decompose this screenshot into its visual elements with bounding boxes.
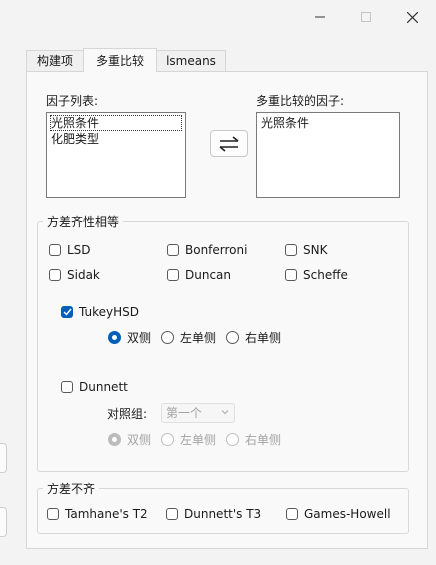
minimize-icon — [315, 16, 325, 18]
tab-label: 多重比较 — [95, 54, 144, 68]
checkbox-box — [61, 381, 73, 393]
checkmark-icon — [63, 308, 72, 316]
radio-label: 左单侧 — [180, 432, 217, 447]
checkbox-label: Duncan — [185, 268, 232, 282]
radio-label: 双侧 — [127, 432, 152, 447]
checkbox-box — [47, 508, 59, 520]
duncan-checkbox[interactable]: Duncan — [167, 266, 231, 284]
checkbox-label: LSD — [67, 243, 91, 257]
checkbox-box — [166, 508, 178, 520]
dunnett-right-sided-radio[interactable]: 右单侧 — [226, 430, 281, 448]
maximize-icon — [361, 12, 371, 22]
background-window-control — [0, 443, 7, 473]
checkbox-label: Sidak — [67, 268, 100, 282]
list-item[interactable]: 光照条件 — [50, 115, 182, 131]
checkbox-box — [49, 244, 61, 256]
tamhane-t2-checkbox[interactable]: Tamhane's T2 — [47, 505, 148, 523]
radio-dot — [112, 436, 117, 442]
radio-label: 右单侧 — [245, 432, 282, 447]
checkbox-box — [61, 306, 73, 318]
checkbox-label: Tamhane's T2 — [65, 507, 148, 521]
compare-factors-label: 多重比较的因子: — [256, 94, 345, 108]
radio-circle — [226, 330, 239, 344]
equal-variance-legend: 方差齐性相等 — [43, 213, 124, 230]
select-value: 第一个 — [166, 406, 203, 420]
tab-label: 构建项 — [36, 54, 73, 68]
tukey-right-sided-radio[interactable]: 右单侧 — [226, 328, 281, 346]
dunnett-two-sided-radio[interactable]: 双侧 — [108, 430, 151, 448]
checkbox-box — [285, 244, 297, 256]
unequal-variance-legend: 方差不齐 — [43, 480, 100, 497]
tukey-two-sided-radio[interactable]: 双侧 — [108, 328, 151, 346]
dunnett-checkbox[interactable]: Dunnett — [61, 378, 128, 396]
factor-listbox[interactable]: 光照条件 化肥类型 — [46, 112, 186, 198]
close-button[interactable] — [397, 6, 427, 28]
minimize-button[interactable] — [305, 6, 335, 28]
tukeyhsd-checkbox[interactable]: TukeyHSD — [61, 303, 139, 321]
radio-circle — [108, 330, 121, 344]
radio-circle — [108, 432, 121, 446]
checkbox-box — [286, 508, 298, 520]
checkbox-box — [285, 269, 297, 281]
title-bar — [0, 0, 436, 34]
checkbox-label: TukeyHSD — [79, 305, 139, 319]
checkbox-label: Dunnett — [79, 380, 128, 394]
bonferroni-checkbox[interactable]: Bonferroni — [167, 241, 247, 259]
dunnett-left-sided-radio[interactable]: 左单侧 — [161, 430, 216, 448]
lsd-checkbox[interactable]: LSD — [49, 241, 91, 259]
radio-circle — [161, 330, 174, 344]
tab-multiple-comparison[interactable]: 多重比较 — [83, 48, 157, 72]
close-icon — [406, 11, 418, 23]
radio-dot — [112, 334, 117, 340]
tab-build-terms[interactable]: 构建项 — [26, 50, 84, 71]
tukey-left-sided-radio[interactable]: 左单侧 — [161, 328, 216, 346]
maximize-button[interactable] — [351, 6, 381, 28]
checkbox-label: Scheffe — [303, 268, 348, 282]
control-group-select[interactable]: 第一个 — [161, 403, 235, 423]
dunnett-t3-checkbox[interactable]: Dunnett's T3 — [166, 505, 261, 523]
checkbox-label: Bonferroni — [185, 243, 248, 257]
background-window-control — [0, 507, 7, 537]
compare-factors-listbox[interactable]: 光照条件 — [256, 112, 400, 198]
checkbox-box — [49, 269, 61, 281]
radio-circle — [226, 432, 239, 446]
tab-lsmeans[interactable]: lsmeans — [156, 50, 226, 71]
checkbox-label: SNK — [303, 243, 328, 257]
sidak-checkbox[interactable]: Sidak — [49, 266, 100, 284]
checkbox-label: Games-Howell — [304, 507, 391, 521]
factor-list-label: 因子列表: — [46, 94, 99, 108]
control-group-label: 对照组: — [107, 407, 148, 421]
radio-circle — [161, 432, 174, 446]
radio-label: 左单侧 — [180, 330, 217, 345]
checkbox-box — [167, 269, 179, 281]
radio-label: 双侧 — [127, 330, 152, 345]
move-factor-button[interactable] — [210, 130, 248, 157]
games-howell-checkbox[interactable]: Games-Howell — [286, 505, 391, 523]
scheffe-checkbox[interactable]: Scheffe — [285, 266, 348, 284]
checkbox-box — [167, 244, 179, 256]
swap-arrows-icon — [219, 135, 239, 152]
snk-checkbox[interactable]: SNK — [285, 241, 327, 259]
list-item[interactable]: 化肥类型 — [50, 131, 182, 147]
chevron-down-icon — [221, 410, 229, 415]
list-item[interactable]: 光照条件 — [260, 115, 396, 131]
checkbox-label: Dunnett's T3 — [184, 507, 262, 521]
radio-label: 右单侧 — [245, 330, 282, 345]
tab-label: lsmeans — [166, 54, 216, 68]
